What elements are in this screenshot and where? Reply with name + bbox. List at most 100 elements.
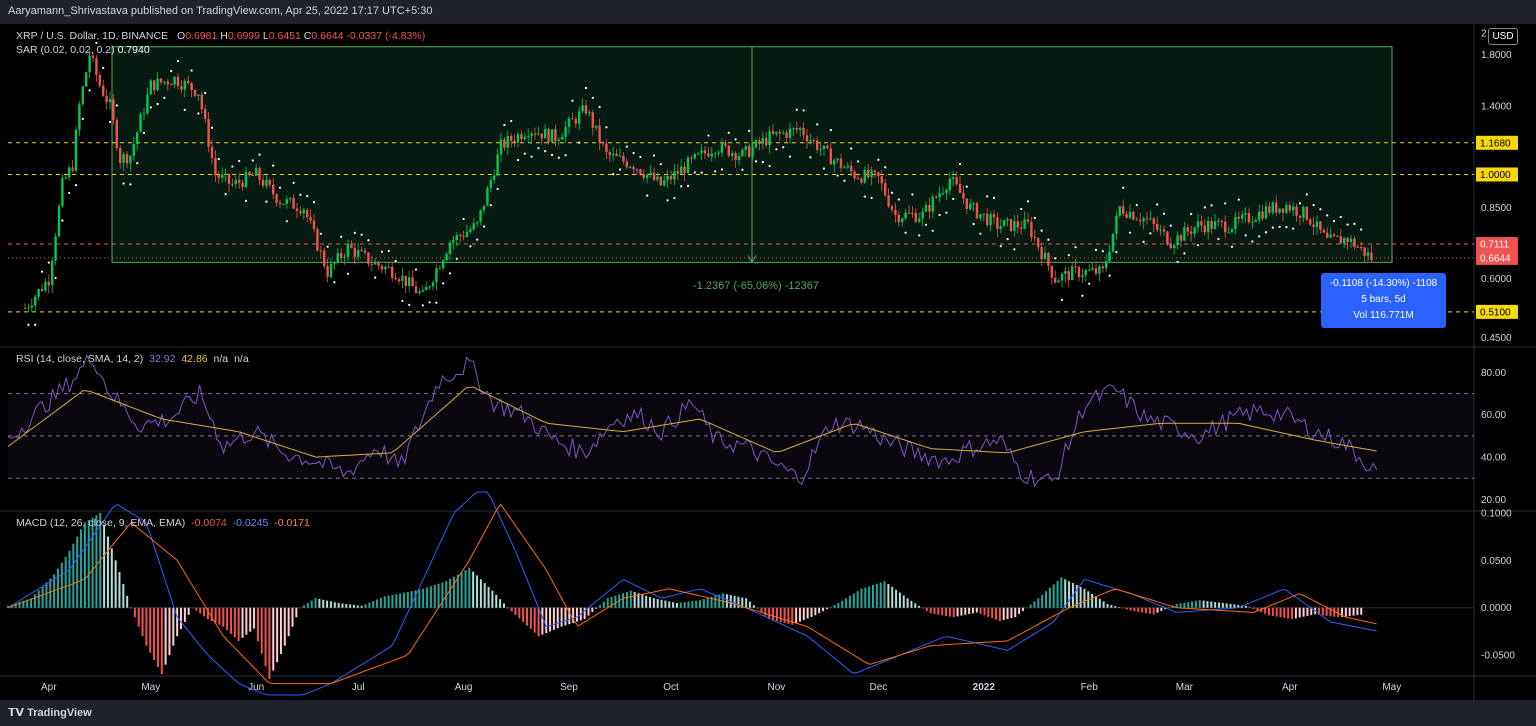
candle-body <box>1315 221 1319 228</box>
candle-body <box>238 179 241 183</box>
sar-dot <box>768 164 771 168</box>
macd-histogram-bar <box>449 578 452 608</box>
sar-dot <box>68 191 71 195</box>
candle-body <box>1203 225 1206 233</box>
candle-body <box>863 169 866 183</box>
sar-dot <box>625 145 628 148</box>
candle-body <box>1088 269 1091 271</box>
candle-body <box>391 266 394 278</box>
macd-histogram-bar <box>229 607 232 634</box>
macd-histogram-bar <box>883 581 886 608</box>
candle-body <box>173 76 176 85</box>
candle-body <box>853 171 856 179</box>
candle-body <box>285 199 288 205</box>
sar-dot <box>1128 231 1132 234</box>
candle-body <box>1081 275 1084 278</box>
candle-body <box>618 155 622 157</box>
currency-button[interactable]: USD <box>1488 28 1518 45</box>
macd-histogram-bar <box>848 595 851 608</box>
sar-dot <box>482 225 486 228</box>
candle-body <box>224 173 227 175</box>
macd-histogram-bar <box>268 607 271 679</box>
macd-histogram-bar <box>245 607 248 635</box>
sar-dot <box>523 152 526 155</box>
time-tick-label: Dec <box>870 682 888 693</box>
time-tick-label: Apr <box>41 682 57 693</box>
sar-dot <box>748 129 751 132</box>
candle-body <box>1006 219 1009 221</box>
macd-histogram-bar <box>1302 607 1305 617</box>
macd-histogram-bar <box>960 607 963 616</box>
macd-histogram-bar <box>383 596 386 608</box>
candle-body <box>941 192 945 194</box>
candle-body <box>547 128 550 143</box>
macd-histogram-bar <box>276 607 279 663</box>
macd-histogram-bar <box>372 601 375 608</box>
candle-body <box>931 196 934 212</box>
macd-histogram-bar <box>1206 601 1209 608</box>
candle-body <box>261 179 265 186</box>
candle-body <box>350 243 353 248</box>
sar-dot <box>1122 186 1125 189</box>
sar-dot <box>204 91 207 95</box>
candle-body <box>1026 219 1030 222</box>
sar-dot <box>1088 282 1091 285</box>
macd-histogram-bar <box>1045 591 1047 608</box>
candle-body <box>353 247 356 257</box>
macd-histogram-bar <box>237 607 240 641</box>
macd-histogram-bar <box>76 536 79 608</box>
price-tick-label: 1.4000 <box>1481 101 1512 112</box>
macd-histogram-bar <box>1094 596 1097 608</box>
sar-dot <box>1230 245 1234 248</box>
candle-body <box>1281 208 1285 213</box>
candle-body <box>999 226 1002 229</box>
candle-body <box>343 256 346 258</box>
macd-histogram-bar <box>1133 607 1136 612</box>
candle-body <box>935 196 938 198</box>
macd-histogram-bar <box>656 599 659 608</box>
candle-body <box>1258 211 1261 221</box>
candle-body <box>251 174 254 176</box>
candle-body <box>1326 232 1329 238</box>
macd-histogram-bar <box>1352 607 1355 616</box>
candle-body <box>1074 266 1077 268</box>
macd-histogram-bar <box>1298 607 1301 618</box>
footer-bar: 𝗧𝗩 TradingView <box>0 700 1536 726</box>
sar-dot <box>394 259 397 263</box>
candle-body <box>1288 204 1291 211</box>
macd-histogram-bar <box>452 576 455 608</box>
candle-body <box>40 288 44 291</box>
tradingview-logo[interactable]: 𝗧𝗩 TradingView <box>8 706 92 719</box>
macd-histogram-bar <box>133 607 136 618</box>
rsi-tick-label: 60.00 <box>1481 410 1506 421</box>
macd-histogram-bar <box>902 595 905 608</box>
candle-body <box>156 78 159 91</box>
candle-body <box>615 153 618 156</box>
candle-body <box>598 125 601 143</box>
candle-body <box>30 305 33 308</box>
macd-histogram-bar <box>1344 607 1347 617</box>
sar-dot <box>102 66 105 69</box>
candle-body <box>1319 221 1322 230</box>
candle-body <box>574 119 577 124</box>
macd-histogram-bar <box>533 607 536 633</box>
candle-body <box>1329 234 1332 238</box>
macd-histogram-bar <box>1360 607 1363 615</box>
macd-histogram-bar <box>502 603 505 608</box>
time-tick-label: 2022 <box>973 682 996 693</box>
sar-dot <box>1332 219 1336 223</box>
macd-histogram-bar <box>625 591 628 608</box>
macd-histogram-bar <box>906 598 909 608</box>
candle-body <box>1105 261 1108 269</box>
candle-body <box>1115 215 1118 234</box>
macd-histogram-bar <box>1244 605 1247 608</box>
macd-histogram-bar <box>1106 603 1109 608</box>
candle-body <box>136 132 139 144</box>
macd-histogram-bar <box>1025 607 1028 609</box>
candle-body <box>448 242 452 254</box>
candle-body <box>523 137 526 140</box>
sar-dot <box>1319 208 1322 211</box>
macd-histogram-bar <box>1160 607 1163 611</box>
macd-hist-value: -0.0074 <box>191 517 227 529</box>
macd-histogram-bar <box>1137 607 1140 612</box>
